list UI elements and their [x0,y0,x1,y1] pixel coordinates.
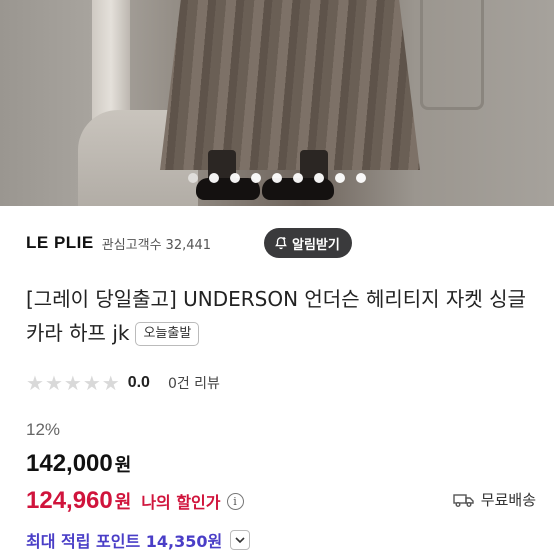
product-image-carousel[interactable] [0,0,554,206]
carousel-dot[interactable] [335,173,345,183]
free-shipping: 무료배송 [453,489,536,510]
original-price-unit: 원 [114,455,132,475]
store-brand[interactable]: LE PLIE [26,233,94,253]
sale-price-row: 124,960 원 나의 할인가 i 무료배송 [26,485,536,517]
rating-score: 0.0 [127,374,150,391]
star-rating: ★ ★ ★ ★ ★ [26,373,120,393]
carousel-dot[interactable] [230,173,240,183]
carousel-dot[interactable] [293,173,303,183]
image-grate [420,0,484,110]
truck-icon [453,493,474,507]
carousel-dot[interactable] [314,173,324,183]
carousel-dot[interactable] [209,173,219,183]
my-discount-label: 나의 할인가 [141,493,221,512]
follower-label: 관심고객수 [101,237,162,253]
star-icon: ★ [26,371,44,395]
carousel-dot[interactable] [272,173,282,183]
carousel-dot[interactable] [188,173,198,183]
chevron-down-icon [235,537,245,544]
review-count[interactable]: 0건 리뷰 [168,373,220,393]
notify-button[interactable]: 알림받기 [264,228,352,258]
original-price-value: 142,000 [26,450,113,477]
same-day-tag: 오늘출발 [135,322,200,346]
product-title-text: [그레이 당일출고] UNDERSON 언더슨 헤리티지 자켓 싱글 카라 하프… [26,287,526,345]
sale-price: 124,960 원 [26,487,131,515]
image-garment [160,0,420,170]
rating-row[interactable]: ★ ★ ★ ★ ★ 0.0 0건 리뷰 [26,370,220,396]
discount-rate: 12% [26,420,61,439]
follower-number: 32,441 [165,237,212,253]
points-row[interactable]: 최대 적립 포인트 14,350원 [26,527,251,553]
star-icon: ★ [101,371,120,395]
notify-label: 알림받기 [292,237,340,253]
star-icon: ★ [82,371,101,395]
carousel-pagination [0,173,554,183]
free-shipping-label: 무료배송 [480,491,536,509]
product-title: [그레이 당일출고] UNDERSON 언더슨 헤리티지 자켓 싱글 카라 하프… [26,282,536,350]
star-icon: ★ [63,371,82,395]
carousel-dot[interactable] [251,173,261,183]
sale-price-value: 124,960 [26,487,113,514]
sale-price-unit: 원 [114,492,132,512]
original-price: 142,000 원 [26,450,131,478]
max-points: 최대 적립 포인트 14,350원 [26,532,223,551]
star-icon: ★ [44,371,63,395]
store-row: LE PLIE 관심고객수 32,441 알림받기 [26,228,546,258]
carousel-dot[interactable] [356,173,366,183]
bell-plus-icon [275,237,287,250]
points-toggle[interactable] [230,530,251,550]
follower-count: 관심고객수 32,441 [102,234,211,253]
info-icon[interactable]: i [226,492,244,510]
